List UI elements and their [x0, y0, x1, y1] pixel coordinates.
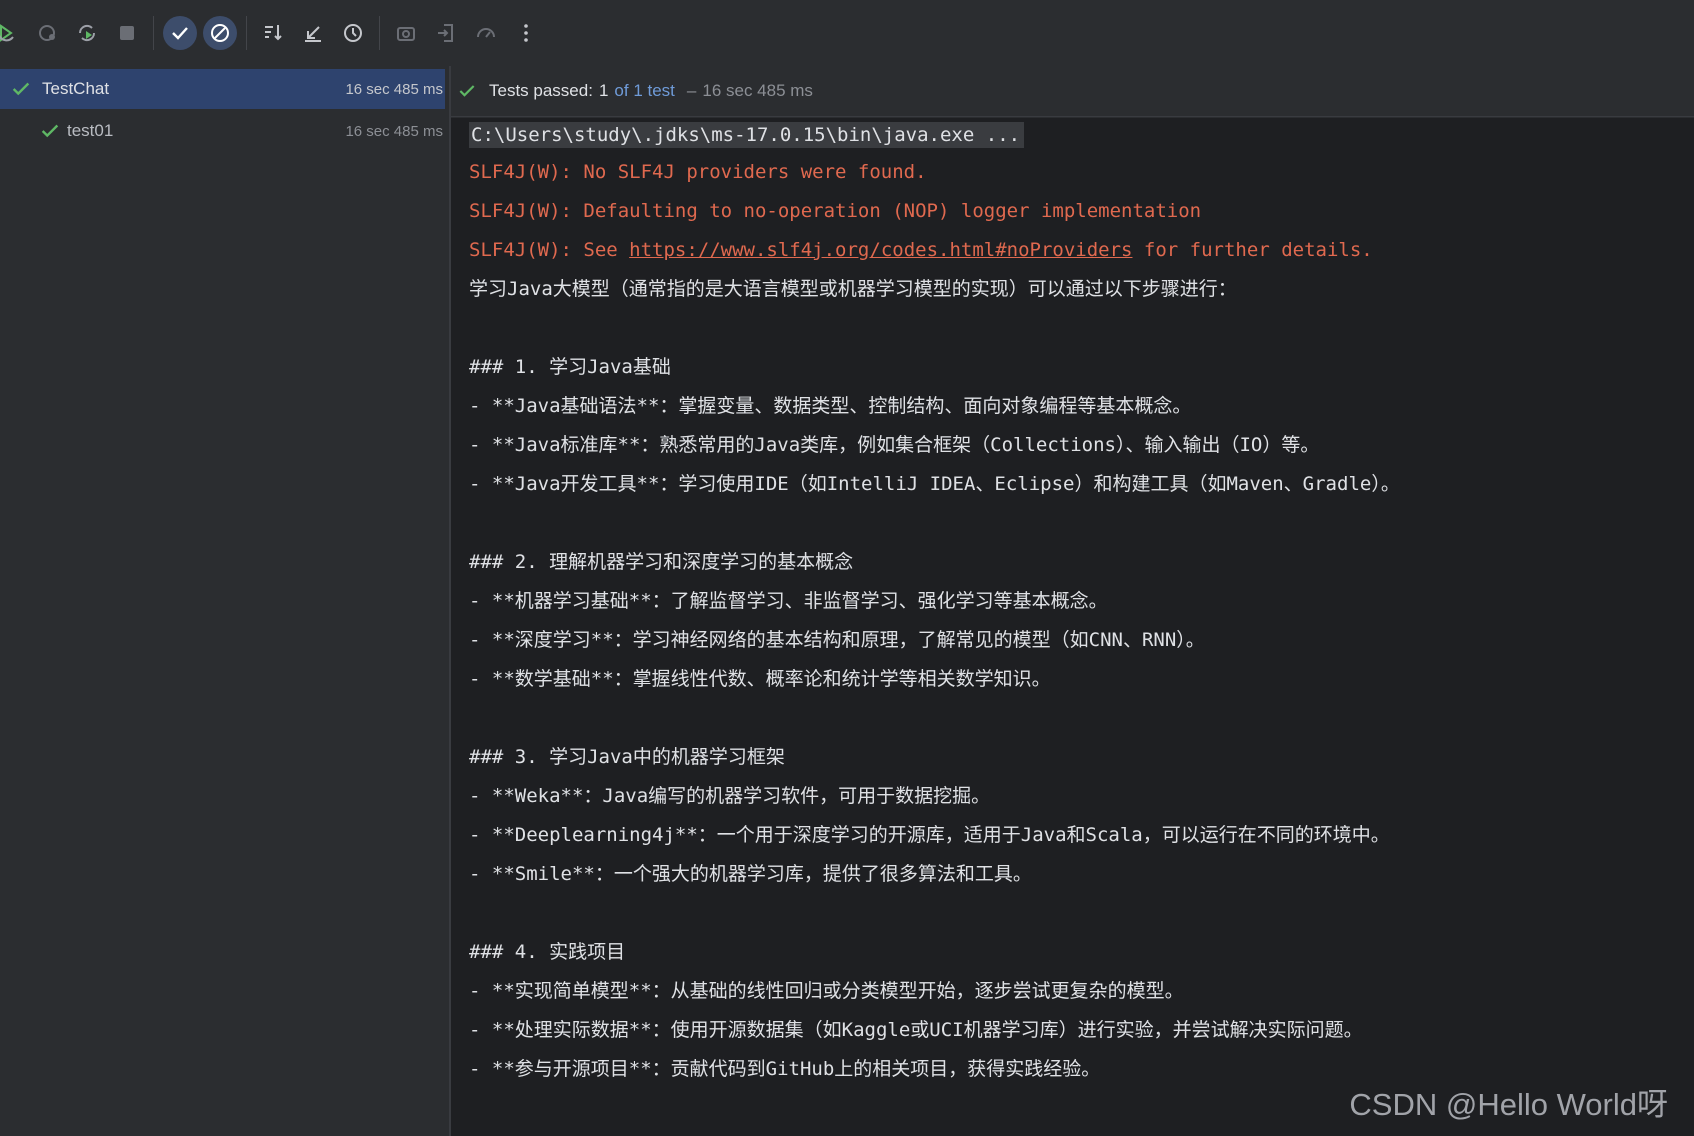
console-link[interactable]: https://www.slf4j.org/codes.html#noProvi… [629, 239, 1132, 261]
watermark: CSDN @Hello World呀 [1349, 1087, 1668, 1122]
status-count: 1 [598, 81, 609, 100]
console-output-line: - **数学基础**：掌握线性代数、概率论和统计学等相关数学知识。 [469, 668, 1051, 690]
import-icon[interactable] [429, 16, 463, 50]
check-icon [12, 82, 30, 96]
console-output-line: - **机器学习基础**：了解监督学习、非监督学习、强化学习等基本概念。 [469, 590, 1108, 612]
toolbar-separator [246, 16, 247, 50]
show-passed-icon[interactable] [163, 16, 197, 50]
status-passed-label: Tests passed: [489, 81, 593, 100]
status-total: of 1 test [614, 81, 675, 100]
console-output-line: ### 2. 理解机器学习和深度学习的基本概念 [469, 551, 854, 573]
status-dash: – [686, 81, 697, 100]
toolbar-separator [153, 16, 154, 50]
console-output-line: ### 4. 实践项目 [469, 941, 626, 963]
console-output-line: - **实现简单模型**：从基础的线性回归或分类模型开始，逐步尝试更复杂的模型。 [469, 980, 1184, 1002]
status-time: 16 sec 485 ms [702, 81, 813, 100]
tree-item-label: TestChat [42, 79, 110, 98]
stop-icon[interactable] [110, 16, 144, 50]
tree-item-testchat[interactable]: TestChat 16 sec 485 ms [0, 69, 445, 109]
console-output-line: - **Java开发工具**：学习使用IDE（如IntelliJ IDEA、Ec… [469, 473, 1400, 495]
test-tree: TestChat 16 sec 485 ms test01 16 sec 485… [0, 66, 449, 1136]
console-output-line: - **Deeplearning4j**：一个用于深度学习的开源库，适用于Jav… [469, 824, 1390, 846]
check-icon [41, 124, 59, 138]
tree-item-duration: 16 sec 485 ms [345, 80, 443, 98]
console-warning-line: SLF4J(W): Defaulting to no-operation (NO… [469, 200, 1202, 222]
more-icon[interactable] [509, 16, 543, 50]
console-output-line: - **处理实际数据**：使用开源数据集（如Kaggle或UCI机器学习库）进行… [469, 1019, 1363, 1041]
toggle-auto-test-icon[interactable] [70, 16, 104, 50]
test-toolbar [0, 0, 1694, 66]
console-output-line: - **Java基础语法**：掌握变量、数据类型、控制结构、面向对象编程等基本概… [469, 395, 1192, 417]
show-ignored-icon[interactable] [203, 16, 237, 50]
console-warning-line: SLF4J(W): No SLF4J providers were found. [469, 161, 927, 183]
history-icon[interactable] [336, 16, 370, 50]
console-output[interactable]: C:\Users\study\.jdks\ms-17.0.15\bin\java… [451, 118, 1694, 1136]
console-output-line: ### 3. 学习Java中的机器学习框架 [469, 746, 785, 768]
rerun-icon[interactable] [0, 16, 24, 50]
check-icon [459, 85, 475, 97]
console-output-line: - **Weka**：Java编写的机器学习软件，可用于数据挖掘。 [469, 785, 991, 807]
console-output-line: - **参与开源项目**：贡献代码到GitHub上的相关项目，获得实践经验。 [469, 1058, 1101, 1080]
console-output-line: - **Java标准库**：熟悉常用的Java类库，例如集合框架（Collect… [469, 434, 1320, 456]
export-icon[interactable] [469, 16, 503, 50]
test-status-bar: Tests passed: 1 of 1 test – 16 sec 485 m… [451, 66, 1694, 117]
console-output-line: - **深度学习**：学习神经网络的基本结构和原理，了解常见的模型（如CNN、R… [469, 629, 1205, 651]
console-output-line: - **Smile**：一个强大的机器学习库，提供了很多算法和工具。 [469, 863, 1032, 885]
tree-item-label: test01 [67, 121, 114, 140]
rerun-failed-icon[interactable] [30, 16, 64, 50]
console-output-line: 学习Java大模型（通常指的是大语言模型或机器学习模型的实现）可以通过以下步骤进… [469, 278, 1237, 300]
collapse-icon[interactable] [296, 16, 330, 50]
tree-item-duration: 16 sec 485 ms [345, 122, 443, 140]
tree-item-test01[interactable]: test01 16 sec 485 ms [0, 111, 445, 151]
console-command-line[interactable]: C:\Users\study\.jdks\ms-17.0.15\bin\java… [469, 122, 1025, 148]
console-output-line: ### 1. 学习Java基础 [469, 356, 671, 378]
warning-prefix: SLF4J(W): See [469, 239, 630, 261]
sort-icon[interactable] [256, 16, 290, 50]
screenshot-icon[interactable] [389, 16, 423, 50]
console-warning-line: SLF4J(W): See https://www.slf4j.org/code… [469, 235, 1373, 265]
toolbar-separator [379, 16, 380, 50]
warning-suffix: for further details. [1132, 239, 1373, 261]
